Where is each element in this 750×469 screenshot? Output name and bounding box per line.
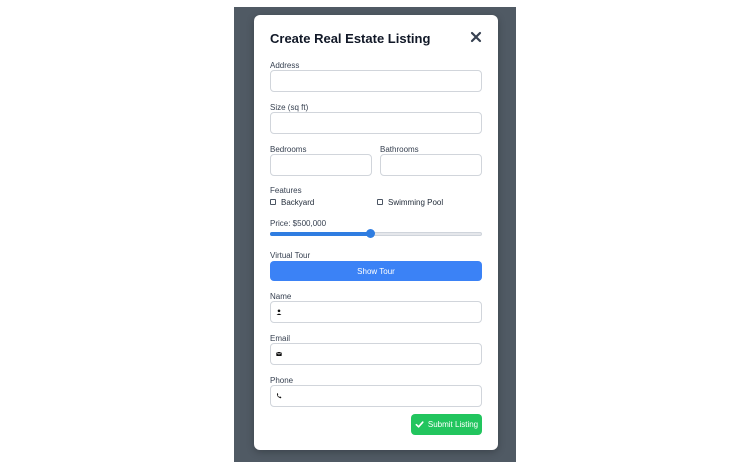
price-label: Price: $500,000	[270, 219, 327, 228]
email-label: Email	[270, 334, 291, 343]
email-input[interactable]	[270, 343, 482, 365]
price-slider-thumb[interactable]	[365, 229, 375, 238]
name-input[interactable]	[270, 301, 482, 323]
features-label: Features	[270, 186, 302, 195]
user-icon	[276, 309, 282, 315]
phone-icon	[276, 393, 282, 399]
name-label: Name	[270, 292, 292, 301]
show-tour-button[interactable]: Show Tour	[270, 261, 482, 281]
price-slider-fill	[270, 232, 370, 236]
phone-input[interactable]	[270, 385, 482, 407]
modal-title: Create Real Estate Listing	[270, 31, 431, 46]
bedrooms-label: Bedrooms	[270, 145, 307, 154]
phone-label: Phone	[270, 376, 294, 385]
virtual-tour-label: Virtual Tour	[270, 251, 311, 260]
bathrooms-label: Bathrooms	[380, 145, 419, 154]
bathrooms-input[interactable]	[380, 154, 482, 176]
submit-listing-label: Submit Listing	[427, 420, 479, 429]
check-icon	[415, 421, 424, 428]
backyard-label: Backyard	[281, 198, 315, 207]
swimming-pool-checkbox[interactable]	[377, 199, 383, 205]
bedrooms-input[interactable]	[270, 154, 372, 176]
size-input[interactable]	[270, 112, 482, 134]
swimming-pool-label: Swimming Pool	[388, 198, 444, 207]
submit-listing-button[interactable]: Submit Listing	[411, 414, 482, 435]
close-icon[interactable]	[468, 29, 484, 45]
backyard-checkbox[interactable]	[270, 199, 276, 205]
envelope-icon	[276, 352, 282, 356]
listing-modal: Create Real Estate Listing Address Size …	[254, 15, 498, 450]
show-tour-button-label: Show Tour	[357, 266, 395, 276]
address-label: Address	[270, 61, 300, 70]
address-input[interactable]	[270, 70, 482, 92]
size-label: Size (sq ft)	[270, 103, 309, 112]
